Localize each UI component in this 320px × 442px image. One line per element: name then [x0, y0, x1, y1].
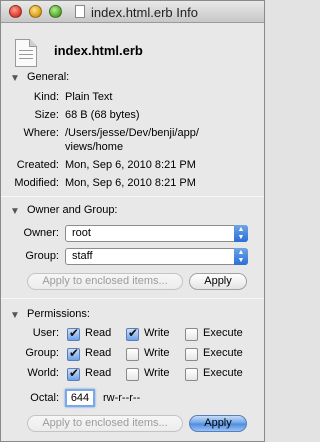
- execute-checkbox[interactable]: [185, 368, 198, 381]
- created-label: Created:: [16, 159, 59, 171]
- write-label: Write: [144, 347, 170, 359]
- write-checkbox[interactable]: [126, 348, 139, 361]
- execute-checkbox[interactable]: [185, 328, 198, 341]
- owner-label: Owner:: [23, 227, 59, 239]
- execute-label: Execute: [203, 327, 243, 339]
- execute-checkbox[interactable]: [185, 348, 198, 361]
- section-owner-group-title[interactable]: Owner and Group:: [27, 204, 118, 216]
- section-permissions-title[interactable]: Permissions:: [27, 308, 90, 320]
- write-label: Write: [144, 327, 170, 339]
- size-label: Size:: [34, 109, 59, 121]
- created-value: Mon, Sep 6, 2010 8:21 PM: [65, 159, 196, 171]
- permission-row-label: World:: [27, 367, 59, 379]
- apply-button[interactable]: Apply: [189, 273, 247, 290]
- write-label: Write: [144, 367, 170, 379]
- popup-arrows-icon: ▲ ▼: [234, 225, 248, 242]
- window-title: index.html.erb Info: [91, 5, 198, 20]
- owner-value: root: [72, 227, 91, 239]
- where-value-line1: /Users/jesse/Dev/benji/app/: [65, 127, 199, 139]
- document-icon: [75, 5, 85, 18]
- read-label: Read: [85, 367, 112, 379]
- read-checkbox[interactable]: [67, 366, 80, 381]
- write-checkbox[interactable]: [126, 368, 139, 381]
- size-value: 68 B (68 bytes): [65, 109, 140, 121]
- permission-row-label: User:: [32, 327, 59, 339]
- where-label: Where:: [23, 127, 59, 139]
- kind-value: Plain Text: [65, 91, 113, 103]
- octal-label: Octal:: [30, 392, 59, 404]
- zoom-icon[interactable]: [49, 5, 62, 18]
- group-value: staff: [72, 250, 93, 262]
- execute-label: Execute: [203, 347, 243, 359]
- divider: [1, 196, 264, 197]
- disclosure-triangle-icon[interactable]: ▼: [10, 206, 20, 217]
- apply-button[interactable]: Apply: [189, 415, 247, 432]
- popup-arrows-icon: ▲ ▼: [234, 248, 248, 265]
- kind-label: Kind:: [33, 91, 59, 103]
- read-label: Read: [85, 347, 112, 359]
- modified-label: Modified:: [14, 177, 59, 189]
- group-popup[interactable]: staff ▲ ▼: [65, 248, 248, 265]
- read-checkbox[interactable]: [67, 346, 80, 361]
- file-icon: [15, 39, 37, 67]
- title-bar[interactable]: index.html.erb Info: [1, 1, 264, 23]
- disclosure-triangle-icon[interactable]: ▼: [10, 310, 20, 321]
- apply-enclosed-button[interactable]: Apply to enclosed items...: [27, 273, 183, 290]
- where-value-line2: views/home: [65, 141, 124, 153]
- read-label: Read: [85, 327, 112, 339]
- info-window: index.html.erb Info index.html.erb ▼ Gen…: [0, 0, 265, 442]
- octal-input[interactable]: 644: [65, 389, 95, 407]
- close-icon[interactable]: [9, 5, 22, 18]
- read-checkbox[interactable]: [67, 326, 80, 341]
- execute-label: Execute: [203, 367, 243, 379]
- divider: [1, 298, 264, 299]
- disclosure-triangle-icon[interactable]: ▼: [10, 73, 20, 84]
- file-name: index.html.erb: [54, 43, 143, 58]
- group-label: Group:: [25, 250, 59, 262]
- symbolic-permissions: rw-r--r--: [103, 392, 141, 404]
- write-checkbox[interactable]: [126, 326, 139, 341]
- permission-row-label: Group:: [25, 347, 59, 359]
- apply-enclosed-button[interactable]: Apply to enclosed items...: [27, 415, 183, 432]
- owner-popup[interactable]: root ▲ ▼: [65, 225, 248, 242]
- minimize-icon[interactable]: [29, 5, 42, 18]
- section-general-title[interactable]: General:: [27, 71, 69, 83]
- modified-value: Mon, Sep 6, 2010 8:21 PM: [65, 177, 196, 189]
